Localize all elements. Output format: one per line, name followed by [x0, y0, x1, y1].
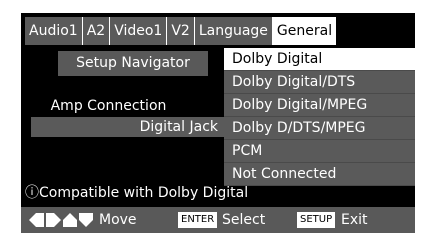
tab-bar: Audio1 A2 Video1 V2 Language General [25, 17, 337, 45]
info-text: Compatible with Dolby Digital [39, 185, 249, 201]
tab-audio1[interactable]: Audio1 [25, 17, 83, 45]
option-list: Dolby Digital Dolby Digital/DTS Dolby Di… [224, 48, 415, 186]
tab-video1[interactable]: Video1 [110, 17, 168, 45]
info-bar: ⓘCompatible with Dolby Digital [21, 182, 415, 204]
info-icon: ⓘ [25, 185, 39, 201]
option-dolby-digital[interactable]: Dolby Digital [224, 48, 415, 71]
setup-key[interactable]: SETUP [297, 212, 336, 228]
move-label: Move [99, 212, 137, 228]
amp-connection-label: Amp Connection [50, 98, 167, 114]
setup-navigator-button[interactable]: Setup Navigator [58, 51, 208, 76]
option-dolby-d-dts-mpeg[interactable]: Dolby D/DTS/MPEG [224, 117, 415, 140]
exit-label: Exit [341, 212, 368, 228]
select-label: Select [222, 212, 266, 228]
tab-a2[interactable]: A2 [82, 17, 111, 45]
setup-screen: Audio1 A2 Video1 V2 Language General Set… [21, 13, 415, 233]
option-dolby-digital-dts[interactable]: Dolby Digital/DTS [224, 71, 415, 94]
option-dolby-digital-mpeg[interactable]: Dolby Digital/MPEG [224, 94, 415, 117]
enter-key[interactable]: ENTER [178, 212, 218, 228]
tab-general[interactable]: General [272, 17, 337, 45]
tab-v2[interactable]: V2 [167, 17, 195, 45]
digital-jack-item[interactable]: Digital Jack [31, 117, 224, 137]
footer-bar: Move ENTER Select SETUP Exit [21, 207, 415, 233]
arrow-keys-icon [29, 213, 93, 227]
option-pcm[interactable]: PCM [224, 140, 415, 163]
tab-language[interactable]: Language [194, 17, 273, 45]
